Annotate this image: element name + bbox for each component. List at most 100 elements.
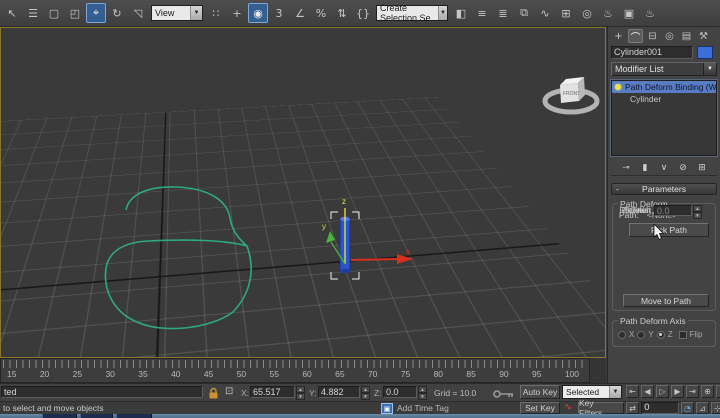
- axis-z-radio[interactable]: [656, 330, 665, 339]
- select-and-move-icon[interactable]: ⌖: [86, 3, 106, 23]
- tab-hierarchy[interactable]: ⊟: [645, 29, 660, 43]
- graphite-ribbon-icon[interactable]: ⧉: [514, 3, 534, 23]
- status-prompt-field: ted: [1, 386, 203, 398]
- make-unique-button[interactable]: ∨: [657, 161, 672, 174]
- gizmo-x-axis[interactable]: [350, 258, 399, 261]
- parameter-value-field[interactable]: 0.0: [654, 204, 692, 216]
- viewcube[interactable]: FRONT: [539, 70, 603, 122]
- z-spinner[interactable]: ▲ ▼: [418, 386, 427, 400]
- mirror-icon[interactable]: ◧: [451, 3, 471, 23]
- default-tangent-icon[interactable]: ∿: [564, 402, 572, 413]
- material-editor-icon[interactable]: ◎: [577, 3, 597, 23]
- schematic-view-icon[interactable]: ⊞: [556, 3, 576, 23]
- snap-3d-icon[interactable]: 3: [269, 3, 289, 23]
- taskbar-button[interactable]: [42, 414, 77, 418]
- select-and-uniform-scale-icon[interactable]: ◹: [128, 3, 148, 23]
- time-tag-icon[interactable]: ▣: [381, 403, 393, 414]
- selection-lock-icon[interactable]: [208, 387, 219, 399]
- zoom-button[interactable]: ⊕: [701, 385, 714, 398]
- render-production-icon[interactable]: ♨: [640, 3, 660, 23]
- tab-modify[interactable]: ⌒: [628, 29, 643, 44]
- dropdown-arrow-icon[interactable]: ▼: [609, 386, 621, 398]
- angle-snap-icon[interactable]: ∠: [290, 3, 310, 23]
- parameters-rollout-header[interactable]: - Parameters: [611, 183, 717, 195]
- x-coordinate-field[interactable]: 65.517: [250, 386, 295, 398]
- snaps-toggle-icon[interactable]: ◉: [248, 3, 268, 23]
- stack-item-path-deform-binding[interactable]: Path Deform Binding (WS: [612, 81, 716, 93]
- move-to-path-button[interactable]: Move to Path: [623, 294, 709, 307]
- show-end-result-button[interactable]: ▮: [638, 161, 653, 174]
- z-coordinate-field[interactable]: 0.0: [383, 386, 417, 398]
- object-color-swatch[interactable]: [697, 46, 713, 59]
- next-frame-button[interactable]: ▶: [671, 385, 684, 398]
- spinner-snap-icon[interactable]: ⇅: [332, 3, 352, 23]
- curve-editor-icon[interactable]: ∿: [535, 3, 555, 23]
- rectangular-selection-region-icon[interactable]: ▢: [44, 3, 64, 23]
- current-frame-field[interactable]: 0: [641, 402, 679, 414]
- y-coordinate-field[interactable]: 4.882: [318, 386, 360, 398]
- spline-curve[interactable]: [104, 186, 252, 330]
- absolute-mode-transform-icon[interactable]: ⊡: [225, 386, 233, 397]
- x-spinner[interactable]: ▲ ▼: [296, 386, 305, 400]
- timeline-frame-label: 95: [532, 369, 542, 379]
- play-button[interactable]: ▷: [656, 385, 669, 398]
- go-to-start-button[interactable]: ⇤: [626, 385, 639, 398]
- select-by-name-icon[interactable]: ☰: [23, 3, 43, 23]
- pan-button[interactable]: ⊹: [711, 402, 720, 414]
- axis-y-radio[interactable]: [637, 330, 646, 339]
- remove-modifier-button[interactable]: ⊘: [676, 161, 691, 174]
- select-and-manipulate-icon[interactable]: +: [227, 3, 247, 23]
- modifier-enable-bulb-icon[interactable]: [615, 84, 621, 90]
- y-spinner[interactable]: ▲ ▼: [361, 386, 370, 400]
- use-pivot-point-center-icon[interactable]: ∷: [206, 3, 226, 23]
- axis-x-radio[interactable]: [618, 330, 626, 339]
- dropdown-arrow-icon[interactable]: ▼: [438, 6, 447, 20]
- object-name-field[interactable]: Cylinder001: [611, 46, 693, 59]
- active-time-segment-dropdown[interactable]: Selected ▼: [562, 385, 622, 399]
- select-and-rotate-icon[interactable]: ↻: [107, 3, 127, 23]
- rendered-frame-window-icon[interactable]: ▣: [619, 3, 639, 23]
- taskbar-button[interactable]: [116, 414, 152, 418]
- move-gizmo[interactable]: z y x: [322, 197, 413, 265]
- window-crossing-icon[interactable]: ◰: [65, 3, 85, 23]
- go-to-end-button[interactable]: ⇥: [686, 385, 699, 398]
- render-setup-icon[interactable]: ♨: [598, 3, 618, 23]
- reference-coordinate-system-dropdown[interactable]: View ▼: [151, 5, 203, 21]
- field-of-view-button[interactable]: ⊿: [696, 402, 709, 414]
- edit-named-selection-sets-icon[interactable]: {}: [353, 3, 373, 23]
- cylinder-with-gizmo[interactable]: z y x: [301, 178, 431, 288]
- flip-checkbox[interactable]: [678, 330, 687, 339]
- keyboard-override-icon[interactable]: [492, 390, 516, 398]
- pick-path-button[interactable]: Pick Path: [629, 223, 709, 237]
- dropdown-arrow-icon[interactable]: ▼: [190, 6, 202, 20]
- taskbar-button[interactable]: [80, 414, 113, 418]
- time-configuration-button[interactable]: ◔: [681, 402, 694, 414]
- modifier-list-dropdown[interactable]: Modifier List ▼: [611, 62, 717, 76]
- align-icon[interactable]: ≡: [472, 3, 492, 23]
- named-selection-sets-dropdown[interactable]: Create Selection Se ▼: [376, 3, 448, 23]
- stack-item-cylinder[interactable]: Cylinder: [612, 93, 716, 105]
- tab-display[interactable]: ▤: [679, 29, 694, 43]
- percent-snap-icon[interactable]: %: [311, 3, 331, 23]
- add-time-tag-label[interactable]: Add Time Tag: [397, 403, 449, 413]
- spinner-control[interactable]: ▲▼: [693, 204, 702, 219]
- previous-frame-button[interactable]: ◀: [641, 385, 654, 398]
- path-spline-shape[interactable]: [96, 178, 271, 343]
- layer-manager-icon[interactable]: ≣: [493, 3, 513, 23]
- select-object-icon[interactable]: ↖: [2, 3, 22, 23]
- key-filters-button[interactable]: Key Filters...: [578, 398, 624, 418]
- dropdown-arrow-icon[interactable]: ▼: [703, 63, 716, 75]
- perspective-viewport[interactable]: z y x FRONT: [0, 27, 606, 358]
- key-mode-toggle-button[interactable]: ⇄: [626, 402, 639, 414]
- tab-create[interactable]: +: [611, 29, 626, 43]
- z-coordinate-label: Z:: [374, 388, 382, 398]
- tab-utilities[interactable]: ⚒: [696, 29, 711, 43]
- pin-stack-button[interactable]: ⊸: [619, 161, 634, 174]
- zoom-all-button[interactable]: ⊞: [716, 385, 720, 398]
- time-slider-ruler[interactable]: 15 20 25 30 35 40 45 50 55 60 65 70 75 80 85 90 95 100: [0, 358, 590, 383]
- tab-motion[interactable]: ◎: [662, 29, 677, 43]
- set-key-button[interactable]: Set Key: [520, 402, 560, 414]
- configure-modifier-sets-button[interactable]: ⊞: [695, 161, 710, 174]
- rollout-collapse-icon[interactable]: -: [616, 184, 619, 194]
- auto-key-button[interactable]: Auto Key: [520, 385, 560, 399]
